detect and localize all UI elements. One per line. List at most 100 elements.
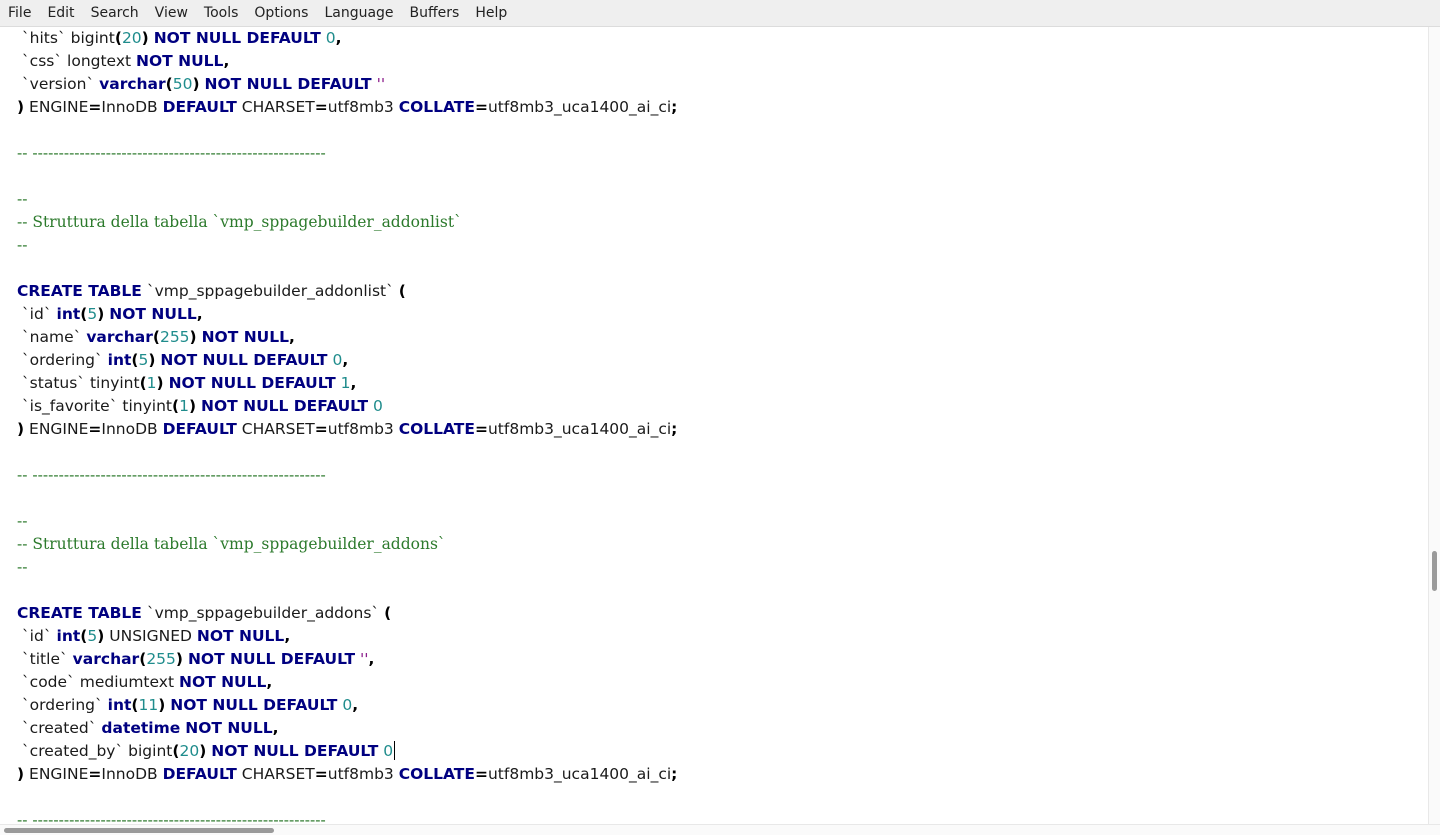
token-text: `code` mediumtext xyxy=(17,673,179,691)
code-line[interactable]: ​ xyxy=(17,441,677,464)
token-operator: , xyxy=(196,305,203,323)
code-line[interactable]: -- xyxy=(17,556,677,579)
code-line[interactable]: ​ xyxy=(17,786,677,809)
menu-language[interactable]: Language xyxy=(316,0,401,27)
token-text: `is_favorite` tinyint xyxy=(17,397,172,415)
token-text: utf8mb3_uca1400_ai_ci xyxy=(487,420,672,438)
code-editor[interactable]: `hits` bigint(20) NOT NULL DEFAULT 0, `c… xyxy=(0,27,1428,824)
token-keyword: NOT NULL xyxy=(136,52,224,70)
token-comment: -- xyxy=(17,190,28,208)
token-number: 20 xyxy=(121,29,142,47)
token-keyword: COLLATE xyxy=(398,420,475,438)
token-text: CHARSET xyxy=(236,98,315,116)
token-operator: ( xyxy=(139,374,147,392)
code-line[interactable]: `title` varchar(255) NOT NULL DEFAULT ''… xyxy=(17,648,677,671)
code-line[interactable]: -- xyxy=(17,234,677,257)
code-line[interactable]: `version` varchar(50) NOT NULL DEFAULT '… xyxy=(17,73,677,96)
token-text: utf8mb3_uca1400_ai_ci xyxy=(487,765,672,783)
code-line[interactable]: `id` int(5) NOT NULL, xyxy=(17,303,677,326)
code-line[interactable]: ) ENGINE=InnoDB DEFAULT CHARSET=utf8mb3 … xyxy=(17,418,677,441)
code-line[interactable]: ​ xyxy=(17,487,677,510)
code-line[interactable]: `ordering` int(5) NOT NULL DEFAULT 0, xyxy=(17,349,677,372)
code-line[interactable]: -- Struttura della tabella `vmp_sppagebu… xyxy=(17,533,677,556)
token-operator: ( xyxy=(114,29,122,47)
token-number: 0 xyxy=(332,351,343,369)
menu-options[interactable]: Options xyxy=(246,0,316,27)
token-operator: , xyxy=(335,29,342,47)
token-text: utf8mb3 xyxy=(327,765,399,783)
vertical-scrollbar-thumb[interactable] xyxy=(1432,551,1437,591)
code-line[interactable]: `css` longtext NOT NULL, xyxy=(17,50,677,73)
token-text: `name` xyxy=(17,328,87,346)
token-string: '' xyxy=(359,650,369,668)
token-number: 5 xyxy=(87,305,98,323)
token-comment: -- Struttura della tabella `vmp_sppagebu… xyxy=(17,535,446,553)
token-number: 5 xyxy=(87,627,98,645)
token-keyword: COLLATE xyxy=(398,98,475,116)
menu-help[interactable]: Help xyxy=(467,0,515,27)
code-line[interactable]: -- xyxy=(17,510,677,533)
code-line[interactable]: `created_by` bigint(20) NOT NULL DEFAULT… xyxy=(17,740,677,763)
code-line[interactable]: `is_favorite` tinyint(1) NOT NULL DEFAUL… xyxy=(17,395,677,418)
code-line[interactable]: ​ xyxy=(17,165,677,188)
token-text: InnoDB xyxy=(101,98,163,116)
token-keyword: datetime xyxy=(101,719,181,737)
menu-view[interactable]: View xyxy=(147,0,196,27)
code-line[interactable]: ​ xyxy=(17,579,677,602)
code-line[interactable]: ) ENGINE=InnoDB DEFAULT CHARSET=utf8mb3 … xyxy=(17,763,677,786)
token-number: 5 xyxy=(138,351,149,369)
code-line[interactable]: `code` mediumtext NOT NULL, xyxy=(17,671,677,694)
code-line[interactable]: `id` int(5) UNSIGNED NOT NULL, xyxy=(17,625,677,648)
token-number: 0 xyxy=(373,397,383,415)
token-keyword: CREATE TABLE xyxy=(17,604,142,622)
menu-bar: File Edit Search View Tools Options Language Bu… xyxy=(0,0,1440,27)
horizontal-scrollbar[interactable] xyxy=(0,824,1440,835)
menu-edit[interactable]: Edit xyxy=(39,0,82,27)
code-line[interactable]: `status` tinyint(1) NOT NULL DEFAULT 1, xyxy=(17,372,677,395)
code-line[interactable]: `created` datetime NOT NULL, xyxy=(17,717,677,740)
token-operator: = xyxy=(474,98,488,116)
vertical-scrollbar[interactable] xyxy=(1428,27,1440,824)
menu-file[interactable]: File xyxy=(0,0,39,27)
token-string: '' xyxy=(376,75,386,93)
token-operator: ( xyxy=(398,282,406,300)
token-text: InnoDB xyxy=(101,420,163,438)
token-keyword: COLLATE xyxy=(398,765,475,783)
horizontal-scrollbar-thumb[interactable] xyxy=(4,828,274,833)
token-text: ENGINE xyxy=(24,765,89,783)
token-comment: -- xyxy=(17,512,28,530)
code-line[interactable]: CREATE TABLE `vmp_sppagebuilder_addons` … xyxy=(17,602,677,625)
token-operator: ; xyxy=(671,765,678,783)
token-number: 11 xyxy=(138,696,159,714)
menu-search[interactable]: Search xyxy=(83,0,147,27)
code-line[interactable]: `name` varchar(255) NOT NULL, xyxy=(17,326,677,349)
code-line[interactable]: CREATE TABLE `vmp_sppagebuilder_addonlis… xyxy=(17,280,677,303)
code-line[interactable]: ​ xyxy=(17,257,677,280)
code-line[interactable]: `ordering` int(11) NOT NULL DEFAULT 0, xyxy=(17,694,677,717)
code-line[interactable]: -- -------------------------------------… xyxy=(17,464,677,487)
token-number: 1 xyxy=(146,374,157,392)
token-operator: , xyxy=(289,328,295,346)
token-operator: , xyxy=(350,374,357,392)
token-number: 0 xyxy=(342,696,353,714)
token-keyword: NOT NULL xyxy=(201,328,290,346)
code-line[interactable]: `hits` bigint(20) NOT NULL DEFAULT 0, xyxy=(17,27,677,50)
token-operator: ; xyxy=(671,420,678,438)
token-text: utf8mb3 xyxy=(327,98,399,116)
code-line[interactable]: -- xyxy=(17,188,677,211)
token-comment: -- -------------------------------------… xyxy=(17,466,326,484)
code-line[interactable]: ​ xyxy=(17,119,677,142)
token-operator: = xyxy=(88,765,102,783)
menu-buffers[interactable]: Buffers xyxy=(402,0,468,27)
token-text: `css` longtext xyxy=(17,52,136,70)
token-keyword: NOT NULL DEFAULT xyxy=(153,29,321,47)
token-text: `status` tinyint xyxy=(17,374,140,392)
token-keyword: int xyxy=(56,627,81,645)
code-line[interactable]: -- -------------------------------------… xyxy=(17,809,677,824)
code-line[interactable]: -- -------------------------------------… xyxy=(17,142,677,165)
token-operator: = xyxy=(314,765,328,783)
token-operator: ( xyxy=(171,397,180,415)
menu-tools[interactable]: Tools xyxy=(196,0,247,27)
code-line[interactable]: -- Struttura della tabella `vmp_sppagebu… xyxy=(17,211,677,234)
code-line[interactable]: ) ENGINE=InnoDB DEFAULT CHARSET=utf8mb3 … xyxy=(17,96,677,119)
